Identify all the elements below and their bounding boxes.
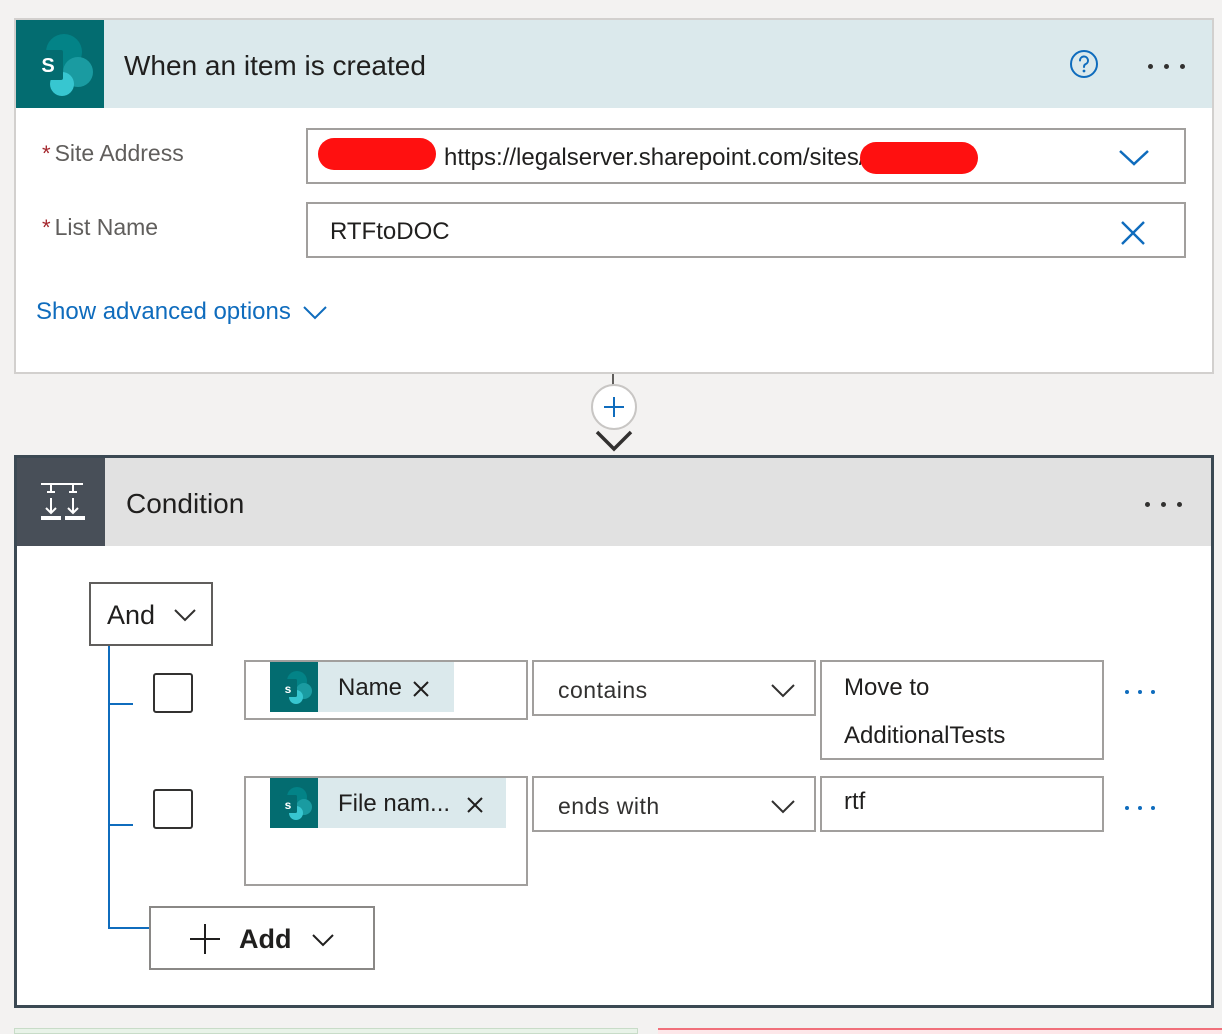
row-checkbox[interactable]	[153, 789, 193, 829]
row-more-icon[interactable]	[1123, 688, 1157, 698]
arrow-down-icon	[595, 430, 633, 452]
plus-icon	[604, 397, 624, 417]
more-ellipsis-icon[interactable]	[1146, 56, 1190, 76]
value-text: rtf	[844, 788, 866, 815]
operator-value: ends with	[558, 793, 660, 819]
plus-icon	[190, 924, 220, 954]
site-address-value: https://legalserver.sharepoint.com/sites…	[444, 144, 866, 171]
chevron-down-icon	[771, 684, 795, 698]
svg-text:s: s	[285, 682, 292, 696]
row-more-icon[interactable]	[1123, 804, 1157, 814]
site-address-field[interactable]: https://legalserver.sharepoint.com/sites…	[306, 128, 1186, 184]
tree-line	[108, 824, 133, 826]
list-name-field[interactable]: RTFtoDOC	[306, 202, 1186, 258]
chevron-down-icon	[312, 934, 334, 947]
token-label: Name	[338, 674, 403, 701]
sharepoint-icon: s	[270, 778, 318, 828]
chevron-down-icon[interactable]	[302, 303, 328, 323]
site-address-label: * Site Address	[42, 140, 184, 166]
row-checkbox[interactable]	[153, 673, 193, 713]
condition-left-operand[interactable]: s File nam...	[244, 776, 528, 886]
trigger-card: S When an item is created * Site Address …	[14, 18, 1214, 374]
condition-title: Condition	[126, 488, 245, 519]
value-text: Move to AdditionalTests	[844, 674, 1006, 749]
condition-card: Condition And s Name contains Move to Ad…	[14, 455, 1214, 1008]
token-label: File nam...	[338, 790, 451, 817]
tree-line	[108, 646, 110, 929]
operator-dropdown[interactable]: contains	[532, 660, 816, 716]
show-advanced-options-link[interactable]: Show advanced options	[36, 298, 291, 326]
operator-value: contains	[558, 677, 648, 703]
sharepoint-icon: s	[270, 662, 318, 712]
trigger-title: When an item is created	[124, 50, 426, 81]
remove-token-icon[interactable]	[466, 796, 484, 814]
sharepoint-icon: S	[16, 20, 104, 108]
insert-step-button[interactable]	[591, 384, 637, 430]
group-operator-value: And	[107, 600, 156, 630]
condition-right-operand[interactable]: Move to AdditionalTests	[820, 660, 1104, 760]
condition-right-operand[interactable]: rtf	[820, 776, 1104, 832]
condition-header[interactable]: Condition	[17, 458, 1211, 546]
operator-dropdown[interactable]: ends with	[532, 776, 816, 832]
chevron-down-icon	[174, 609, 196, 622]
more-ellipsis-icon[interactable]	[1143, 494, 1187, 514]
chevron-down-icon[interactable]	[1118, 148, 1150, 168]
help-circle-icon[interactable]	[1069, 49, 1099, 79]
svg-text:s: s	[285, 798, 292, 812]
no-branch-edge	[658, 1028, 1222, 1034]
tree-line	[108, 703, 133, 705]
dynamic-token[interactable]: s File nam...	[270, 778, 506, 828]
clear-icon[interactable]	[1120, 220, 1146, 246]
remove-token-icon[interactable]	[412, 680, 430, 698]
dynamic-token[interactable]: s Name	[270, 662, 454, 712]
list-name-value: RTFtoDOC	[330, 218, 450, 245]
list-name-label: * List Name	[42, 214, 159, 240]
trigger-header[interactable]: S When an item is created	[16, 20, 1212, 108]
add-button[interactable]: Add	[149, 906, 375, 970]
tree-line	[108, 927, 149, 929]
group-operator-dropdown[interactable]: And	[89, 582, 213, 646]
condition-left-operand[interactable]: s Name	[244, 660, 528, 720]
svg-text:S: S	[41, 55, 54, 77]
add-label: Add	[239, 924, 292, 954]
chevron-down-icon	[771, 800, 795, 814]
redaction-mark	[318, 138, 436, 170]
yes-branch-edge	[14, 1028, 638, 1034]
condition-icon	[17, 458, 105, 546]
redaction-mark	[860, 142, 978, 174]
